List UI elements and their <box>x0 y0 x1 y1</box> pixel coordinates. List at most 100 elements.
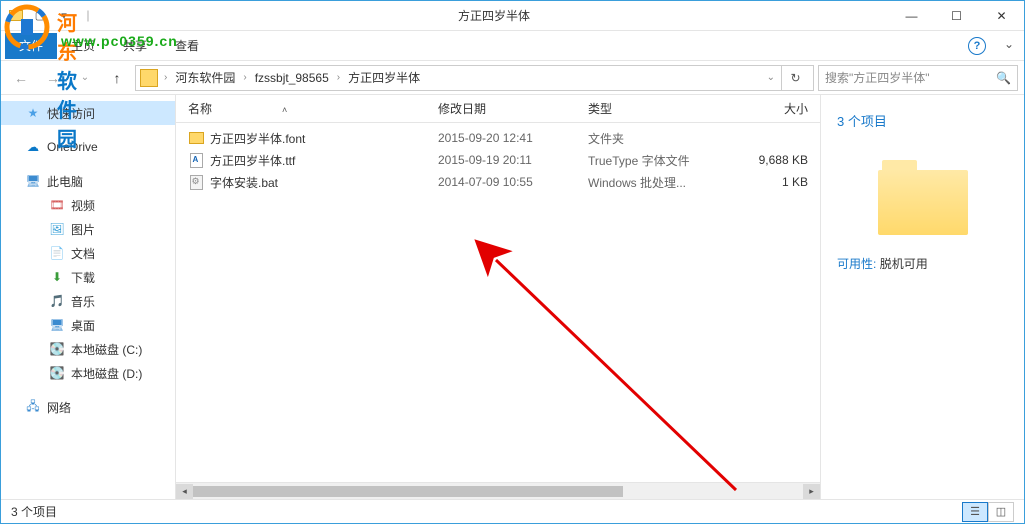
scroll-track[interactable] <box>193 484 803 499</box>
status-bar: 3 个项目 ☰ ◫ <box>1 499 1024 523</box>
sidebar-item-label: 快速访问 <box>47 105 95 122</box>
search-placeholder: 搜索"方正四岁半体" <box>825 69 930 86</box>
search-icon: 🔍 <box>996 71 1011 85</box>
sidebar-disk-d[interactable]: 💽 本地磁盘 (D:) <box>1 361 175 385</box>
home-tab[interactable]: 主页 <box>57 31 109 60</box>
properties-icon[interactable]: ▢ <box>29 5 51 27</box>
file-list: 名称˄ 修改日期 类型 大小 方正四岁半体.font 2015-09-20 12… <box>176 95 820 499</box>
file-rows: 方正四岁半体.font 2015-09-20 12:41 文件夹 方正四岁半体.… <box>176 123 820 482</box>
sidebar-item-label: 桌面 <box>71 317 95 334</box>
view-tab[interactable]: 查看 <box>161 31 213 60</box>
folder-preview-icon <box>878 160 968 235</box>
sidebar-onedrive[interactable]: ☁ OneDrive <box>1 135 175 159</box>
sidebar-network[interactable]: 🖧 网络 <box>1 395 175 419</box>
file-size: 9,688 KB <box>738 153 808 167</box>
network-icon: 🖧 <box>25 399 41 415</box>
column-size[interactable]: 大小 <box>738 100 808 117</box>
minimize-button[interactable]: — <box>889 1 934 31</box>
sidebar-disk-c[interactable]: 💽 本地磁盘 (C:) <box>1 337 175 361</box>
recent-dropdown-icon[interactable]: ⌄ <box>71 64 99 92</box>
ribbon-expand-icon[interactable]: ⌄ <box>1004 37 1014 51</box>
forward-button[interactable]: → <box>39 64 67 92</box>
sidebar-music[interactable]: 🎵 音乐 <box>1 289 175 313</box>
scroll-thumb[interactable] <box>193 486 623 497</box>
file-type: 文件夹 <box>588 130 738 147</box>
history-dropdown-icon[interactable]: ⌄ <box>763 72 779 83</box>
file-date: 2015-09-19 20:11 <box>438 153 588 167</box>
breadcrumb-3[interactable]: 方正四岁半体 <box>346 69 422 86</box>
sidebar-pictures[interactable]: 🖼 图片 <box>1 217 175 241</box>
folder-icon <box>188 130 204 146</box>
chevron-right-icon[interactable]: › <box>160 72 171 83</box>
file-name: 方正四岁半体.font <box>210 130 438 147</box>
separator: ｜ <box>77 5 99 27</box>
search-input[interactable]: 搜索"方正四岁半体" 🔍 <box>818 65 1018 91</box>
file-type: TrueType 字体文件 <box>588 152 738 169</box>
availability-value: 脱机可用 <box>880 257 928 271</box>
sidebar-documents[interactable]: 📄 文档 <box>1 241 175 265</box>
address-bar[interactable]: › 河东软件园 › fzssbjt_98565 › 方正四岁半体 ⌄ ↻ <box>135 65 814 91</box>
disk-icon: 💽 <box>49 341 65 357</box>
refresh-button[interactable]: ↻ <box>781 66 809 90</box>
breadcrumb-2[interactable]: fzssbjt_98565 <box>253 71 331 85</box>
file-row[interactable]: 方正四岁半体.ttf 2015-09-19 20:11 TrueType 字体文… <box>188 149 808 171</box>
chevron-right-icon[interactable]: › <box>239 72 250 83</box>
close-button[interactable]: ✕ <box>979 1 1024 31</box>
sidebar-desktop[interactable]: 🖥 桌面 <box>1 313 175 337</box>
sidebar-item-label: 网络 <box>47 399 71 416</box>
column-headers: 名称˄ 修改日期 类型 大小 <box>176 95 820 123</box>
sidebar-quick-access[interactable]: ★ 快速访问 <box>1 101 175 125</box>
column-date[interactable]: 修改日期 <box>438 100 588 117</box>
file-date: 2014-07-09 10:55 <box>438 175 588 189</box>
ribbon: 文件 主页 共享 查看 ? ⌄ <box>1 31 1024 61</box>
title-bar: ▢ ▾ ｜ 方正四岁半体 — ☐ ✕ <box>1 1 1024 31</box>
help-button[interactable]: ? <box>968 37 986 55</box>
availability-row: 可用性: 脱机可用 <box>837 255 928 272</box>
back-button[interactable]: ← <box>7 64 35 92</box>
desktop-icon: 🖥 <box>49 317 65 333</box>
status-text: 3 个项目 <box>11 503 57 520</box>
sidebar-videos[interactable]: 🎞 视频 <box>1 193 175 217</box>
star-icon: ★ <box>25 105 41 121</box>
font-file-icon <box>188 152 204 168</box>
main-area: ★ 快速访问 ☁ OneDrive 🖥 此电脑 🎞 视频 🖼 图片 📄 文档 ⬇… <box>1 95 1024 499</box>
pictures-icon: 🖼 <box>49 221 65 237</box>
sidebar-item-label: 视频 <box>71 197 95 214</box>
scroll-right-button[interactable]: ▸ <box>803 484 820 499</box>
folder-icon <box>5 5 27 27</box>
sidebar-item-label: 下载 <box>71 269 95 286</box>
file-size: 1 KB <box>738 175 808 189</box>
download-icon: ⬇ <box>49 269 65 285</box>
details-pane: 3 个项目 可用性: 脱机可用 <box>820 95 1024 499</box>
folder-icon <box>140 69 158 87</box>
maximize-button[interactable]: ☐ <box>934 1 979 31</box>
breadcrumb-1[interactable]: 河东软件园 <box>173 69 237 86</box>
batch-file-icon <box>188 174 204 190</box>
file-row[interactable]: 方正四岁半体.font 2015-09-20 12:41 文件夹 <box>188 127 808 149</box>
sidebar-item-label: 本地磁盘 (D:) <box>71 365 142 382</box>
navigation-pane: ★ 快速访问 ☁ OneDrive 🖥 此电脑 🎞 视频 🖼 图片 📄 文档 ⬇… <box>1 95 176 499</box>
column-name[interactable]: 名称˄ <box>188 100 438 117</box>
availability-label: 可用性: <box>837 257 876 271</box>
file-row[interactable]: 字体安装.bat 2014-07-09 10:55 Windows 批处理...… <box>188 171 808 193</box>
quick-access-toolbar: ▢ ▾ ｜ <box>5 5 99 27</box>
file-tab[interactable]: 文件 <box>5 33 57 59</box>
sidebar-downloads[interactable]: ⬇ 下载 <box>1 265 175 289</box>
column-type[interactable]: 类型 <box>588 100 738 117</box>
icons-view-button[interactable]: ◫ <box>988 502 1014 522</box>
disk-icon: 💽 <box>49 365 65 381</box>
dropdown-icon[interactable]: ▾ <box>53 5 75 27</box>
sidebar-this-pc[interactable]: 🖥 此电脑 <box>1 169 175 193</box>
video-icon: 🎞 <box>49 197 65 213</box>
horizontal-scrollbar[interactable]: ◂ ▸ <box>176 482 820 499</box>
chevron-right-icon[interactable]: › <box>333 72 344 83</box>
sidebar-item-label: OneDrive <box>47 140 98 154</box>
share-tab[interactable]: 共享 <box>109 31 161 60</box>
file-type: Windows 批处理... <box>588 174 738 191</box>
up-button[interactable]: ↑ <box>103 64 131 92</box>
sidebar-item-label: 本地磁盘 (C:) <box>71 341 142 358</box>
details-view-button[interactable]: ☰ <box>962 502 988 522</box>
scroll-left-button[interactable]: ◂ <box>176 484 193 499</box>
item-count: 3 个项目 <box>837 111 887 130</box>
cloud-icon: ☁ <box>25 139 41 155</box>
